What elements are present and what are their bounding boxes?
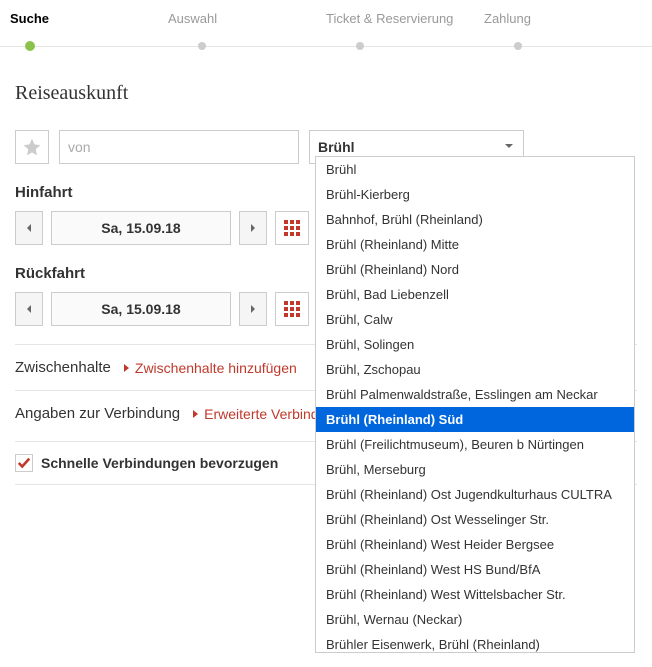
suggestion-item[interactable]: Brühl (Rheinland) Süd [316, 407, 634, 432]
suggestion-item[interactable]: Bahnhof, Brühl (Rheinland) [316, 207, 634, 232]
step-label: Suche [10, 11, 49, 26]
suggestion-item[interactable]: Brühl (Rheinland) Nord [316, 257, 634, 282]
suggestion-item[interactable]: Brühl (Rheinland) Ost Jugendkulturhaus C… [316, 482, 634, 507]
outbound-next-button[interactable] [239, 211, 267, 245]
suggestion-item[interactable]: Brühl Palmenwaldstraße, Esslingen am Nec… [316, 382, 634, 407]
return-date-field[interactable]: Sa, 15.09.18 [51, 292, 231, 326]
to-input-value: Brühl [318, 139, 355, 155]
suggestion-item[interactable]: Brühler Eisenwerk, Brühl (Rheinland) [316, 632, 634, 652]
return-next-button[interactable] [239, 292, 267, 326]
suggestion-item[interactable]: Brühl, Wernau (Neckar) [316, 607, 634, 632]
return-prev-button[interactable] [15, 292, 43, 326]
chevron-left-icon [24, 223, 34, 233]
from-input[interactable] [59, 130, 299, 164]
suggestion-item[interactable]: Brühl (Rheinland) West Heider Bergsee [316, 532, 634, 557]
step-label: Auswahl [168, 11, 217, 26]
stopovers-add-link[interactable]: Zwischenhalte hinzufügen [123, 360, 297, 376]
progress-bar: Suche Auswahl Ticket & Reservierung Zahl… [0, 0, 652, 47]
outbound-prev-button[interactable] [15, 211, 43, 245]
check-icon [17, 456, 31, 470]
star-icon [22, 137, 42, 157]
progress-step-search: Suche [10, 10, 168, 46]
suggestion-item[interactable]: Brühl-Kierberg [316, 182, 634, 207]
favorite-button-from[interactable] [15, 130, 49, 164]
suggestion-item[interactable]: Brühl (Rheinland) West HS Bund/BfA [316, 557, 634, 582]
outbound-calendar-button[interactable] [275, 211, 309, 245]
chevron-left-icon [24, 304, 34, 314]
outbound-date-field[interactable]: Sa, 15.09.18 [51, 211, 231, 245]
suggestion-item[interactable]: Brühl, Bad Liebenzell [316, 282, 634, 307]
chevron-down-icon [503, 139, 515, 155]
step-label: Zahlung [484, 11, 531, 26]
suggestion-item[interactable]: Brühl (Rheinland) Mitte [316, 232, 634, 257]
suggestion-item[interactable]: Brühl [316, 157, 634, 182]
suggestion-item[interactable]: Brühl, Solingen [316, 332, 634, 357]
calendar-icon [284, 220, 300, 236]
suggestion-item[interactable]: Brühl, Calw [316, 307, 634, 332]
suggestion-item[interactable]: Brühl, Zschopau [316, 357, 634, 382]
return-calendar-button[interactable] [275, 292, 309, 326]
progress-step-payment: Zahlung [484, 10, 642, 46]
fast-connections-checkbox[interactable] [15, 454, 33, 472]
suggestion-item[interactable]: Brühl, Merseburg [316, 457, 634, 482]
step-label: Ticket & Reservierung [326, 11, 453, 26]
suggestion-item[interactable]: Brühl (Rheinland) West Wittelsbacher Str… [316, 582, 634, 607]
chevron-right-icon [248, 304, 258, 314]
suggestion-item[interactable]: Brühl (Rheinland) Ost Wesselinger Str. [316, 507, 634, 532]
progress-step-selection: Auswahl [168, 10, 326, 46]
chevron-right-icon [123, 363, 131, 373]
suggestions-list[interactable]: BrühlBrühl-KierbergBahnhof, Brühl (Rhein… [316, 157, 634, 652]
chevron-right-icon [248, 223, 258, 233]
progress-step-ticket: Ticket & Reservierung [326, 10, 484, 46]
suggestions-dropdown: BrühlBrühl-KierbergBahnhof, Brühl (Rhein… [315, 156, 635, 653]
content: Reiseauskunft Brühl BrühlBrühl-KierbergB… [0, 47, 652, 495]
stopovers-label: Zwischenhalte [15, 359, 111, 376]
suggestion-item[interactable]: Brühl (Freilichtmuseum), Beuren b Nürtin… [316, 432, 634, 457]
chevron-right-icon [192, 409, 200, 419]
connection-label: Angaben zur Verbindung [15, 405, 180, 422]
fast-connections-label: Schnelle Verbindungen bevorzugen [41, 455, 278, 471]
calendar-icon [284, 301, 300, 317]
page-title: Reiseauskunft [15, 82, 637, 105]
stopovers-link-text: Zwischenhalte hinzufügen [135, 360, 297, 376]
